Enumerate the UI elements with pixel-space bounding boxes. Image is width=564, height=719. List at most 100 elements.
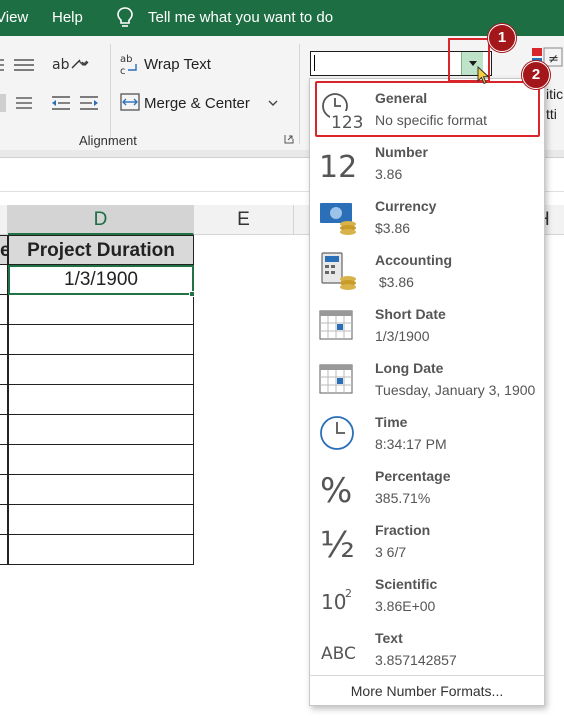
cell-c-partial[interactable] — [0, 505, 8, 535]
menu-help[interactable]: Help — [52, 9, 83, 26]
svg-text:10: 10 — [321, 590, 346, 614]
format-option-scientific[interactable]: 10 2 Scientific 3.86E+00 — [310, 567, 544, 621]
conditional-label-partial-1: itic — [546, 86, 564, 102]
cell-d[interactable] — [8, 475, 194, 505]
format-option-accounting[interactable]: Accounting $3.86 — [310, 243, 544, 297]
column-header-c-partial[interactable] — [0, 205, 8, 235]
cell-d[interactable] — [8, 535, 194, 565]
format-option-name: Short Date — [375, 306, 446, 322]
more-number-formats-label: More Number Formats... — [350, 683, 504, 699]
merge-center-icon — [120, 93, 140, 111]
lightbulb-icon — [117, 7, 133, 27]
menu-bar: View Help Tell me what you want to do — [0, 0, 564, 36]
cell-c-partial[interactable] — [0, 295, 8, 325]
format-option-short-date[interactable]: Short Date 1/3/1900 — [310, 297, 544, 351]
ribbon-separator — [110, 44, 111, 144]
mouse-pointer-icon — [477, 66, 490, 85]
svg-text:c: c — [120, 66, 126, 76]
svg-text:ab: ab — [120, 54, 132, 65]
scientific-icon: 10 2 — [318, 575, 358, 615]
format-option-name: Long Date — [375, 360, 444, 376]
cell-d[interactable] — [8, 295, 194, 325]
cell-d[interactable] — [8, 505, 194, 535]
cell-c-header-partial[interactable]: e — [0, 235, 8, 265]
merge-center-button[interactable]: Merge & Center — [144, 95, 250, 112]
number-format-gallery: 123 General No specific format 12 Number 3.86… — [309, 78, 545, 706]
format-option-name: Fraction — [375, 522, 431, 538]
svg-text:½: ½ — [320, 525, 355, 563]
format-option-example: $3.86 — [375, 220, 411, 236]
cell-c-partial[interactable] — [0, 535, 8, 565]
svg-text:≠: ≠ — [548, 52, 559, 67]
tell-me-search[interactable]: Tell me what you want to do — [148, 9, 333, 26]
percent-icon: % — [318, 467, 358, 511]
alignment-group-label: Alignment — [79, 133, 137, 148]
text-caret — [314, 55, 315, 71]
format-option-currency[interactable]: Currency $3.86 — [310, 189, 544, 243]
step-badge-1: 1 — [488, 24, 516, 52]
format-option-example: Tuesday, January 3, 1900 — [375, 382, 536, 398]
text-abc-icon: ABC — [318, 629, 358, 669]
indent-icons[interactable] — [0, 94, 110, 114]
column-header-e[interactable]: E — [194, 205, 294, 235]
accounting-icon — [318, 251, 358, 291]
number-12-icon: 12 — [318, 143, 358, 185]
format-option-name: Currency — [375, 198, 437, 214]
cell-d-active[interactable]: 1/3/1900 — [8, 265, 194, 295]
cell-d[interactable] — [8, 355, 194, 385]
more-number-formats-link[interactable]: More Number Formats... — [310, 675, 544, 705]
cell-c-partial[interactable] — [0, 385, 8, 415]
format-option-example: 3 6/7 — [375, 544, 407, 560]
cell-d[interactable] — [8, 445, 194, 475]
cell-d[interactable] — [8, 325, 194, 355]
chevron-down-icon[interactable] — [78, 60, 88, 68]
svg-text:2: 2 — [345, 587, 352, 600]
dialog-launcher-icon[interactable] — [284, 134, 294, 144]
format-option-name: Time — [375, 414, 408, 430]
clock-icon — [318, 413, 358, 453]
cell-c-partial[interactable] — [0, 445, 8, 475]
format-option-name: Text — [375, 630, 403, 646]
cell-c-partial[interactable] — [0, 325, 8, 355]
format-option-percentage[interactable]: % Percentage 385.71% — [310, 459, 544, 513]
conditional-label-partial-2: tti — [546, 106, 557, 122]
ribbon-separator — [299, 44, 300, 144]
format-option-example: 3.86 — [375, 166, 403, 182]
cell-d[interactable] — [8, 415, 194, 445]
fill-handle[interactable] — [189, 291, 195, 297]
svg-text:ABC: ABC — [321, 644, 356, 664]
format-option-name: Number — [375, 144, 428, 160]
format-option-example: 385.71% — [375, 490, 431, 506]
format-option-time[interactable]: Time 8:34:17 PM — [310, 405, 544, 459]
align-partial-icon[interactable] — [0, 56, 40, 76]
svg-text:%: % — [320, 471, 352, 509]
wrap-text-icon: ab c — [120, 54, 137, 76]
svg-text:12: 12 — [319, 150, 357, 185]
fraction-icon: ½ — [318, 521, 358, 566]
format-option-example: 1/3/1900 — [375, 328, 430, 344]
cell-d[interactable] — [8, 385, 194, 415]
header-cell-project-duration[interactable]: Project Duration — [8, 235, 194, 265]
currency-icon — [318, 197, 358, 237]
step-badge-2: 2 — [522, 61, 550, 89]
cell-c-partial[interactable] — [0, 475, 8, 505]
format-option-name: Accounting — [375, 252, 452, 268]
format-option-number[interactable]: 12 Number 3.86 — [310, 135, 544, 189]
cell-c-partial[interactable] — [0, 355, 8, 385]
wrap-text-button[interactable]: Wrap Text — [144, 56, 211, 73]
format-option-long-date[interactable]: Long Date Tuesday, January 3, 1900 — [310, 351, 544, 405]
menu-view[interactable]: View — [0, 9, 28, 26]
format-option-text[interactable]: ABC Text 3.857142857 — [310, 621, 544, 675]
calendar-icon — [318, 359, 358, 399]
format-option-example: 3.86E+00 — [375, 598, 436, 614]
column-header-d[interactable]: D — [8, 205, 194, 235]
format-option-fraction[interactable]: ½ Fraction 3 6/7 — [310, 513, 544, 567]
format-option-name: Scientific — [375, 576, 438, 592]
cell-c-partial[interactable] — [0, 265, 8, 295]
cell-c-partial[interactable] — [0, 415, 8, 445]
highlight-general-option — [315, 81, 540, 137]
chevron-down-icon[interactable] — [268, 100, 278, 108]
format-option-name: Percentage — [375, 468, 451, 484]
svg-text:ab: ab — [52, 57, 70, 73]
calendar-icon — [318, 305, 358, 345]
